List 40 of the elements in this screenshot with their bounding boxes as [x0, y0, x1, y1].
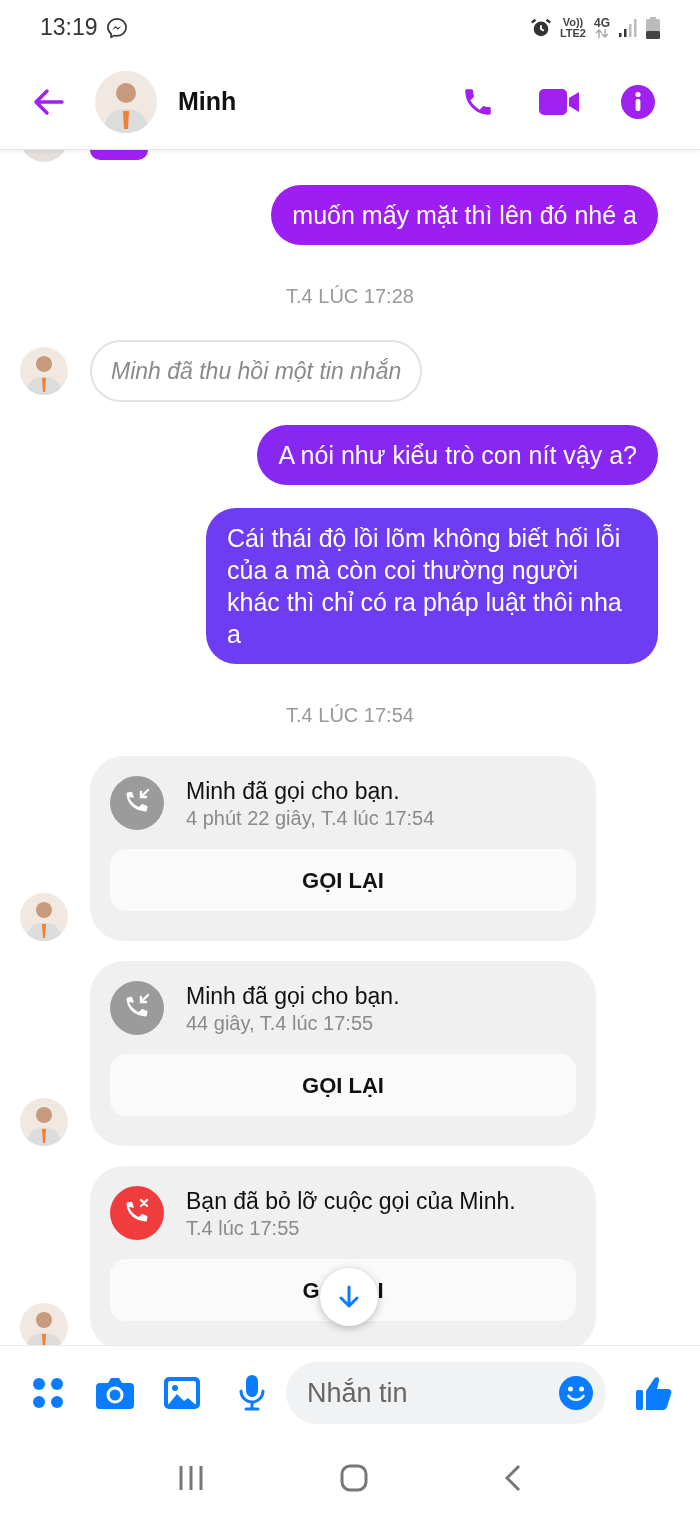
timestamp: T.4 LÚC 17:54	[286, 704, 414, 726]
microphone-icon[interactable]	[238, 1375, 266, 1411]
contact-name[interactable]: Minh	[178, 83, 237, 121]
alarm-icon	[529, 16, 552, 39]
video-camera-icon[interactable]	[539, 88, 579, 116]
network-type-label: 4G	[594, 17, 610, 29]
recalled-message: Minh đã thu hồi một tin nhắn	[90, 340, 423, 402]
thumbs-up-icon[interactable]	[636, 1375, 672, 1411]
back-icon[interactable]	[504, 1464, 522, 1492]
timestamp: T.4 LÚC 17:28	[286, 285, 414, 307]
signal-icon	[618, 17, 638, 38]
call-back-button[interactable]: GỌI LẠI	[110, 1054, 576, 1116]
recent-apps-icon[interactable]	[178, 1465, 204, 1491]
volte-label: Vo))	[562, 16, 584, 28]
messenger-icon	[105, 16, 128, 39]
call-back-button[interactable]: G I	[110, 1259, 576, 1321]
call-back-button[interactable]: GỌI LẠI	[110, 849, 576, 911]
home-icon[interactable]	[340, 1464, 368, 1492]
battery-icon	[646, 16, 660, 39]
info-icon[interactable]	[621, 85, 655, 119]
camera-icon[interactable]	[96, 1377, 134, 1409]
call-title: Bạn đã bỏ lỡ cuộc gọi của Minh.	[186, 1187, 516, 1216]
message-bubble: A nói như kiểu trò con nít vậy a?	[257, 425, 658, 485]
emoji-icon[interactable]	[559, 1376, 593, 1410]
call-detail: 44 giây, T.4 lúc 17:55	[186, 1011, 375, 1035]
call-detail: T.4 lúc 17:55	[186, 1216, 301, 1240]
status-time: 13:19	[40, 13, 98, 43]
call-detail: 4 phút 22 giây, T.4 lúc 17:54	[186, 806, 435, 830]
apps-icon[interactable]	[32, 1377, 64, 1409]
back-arrow-icon	[32, 88, 64, 116]
call-title: Minh đã gọi cho bạn.	[186, 982, 400, 1011]
call-title: Minh đã gọi cho bạn.	[186, 777, 401, 806]
data-arrows-icon	[595, 28, 609, 38]
message-bubble: Cái thái độ lồi lõm không biết hối lỗi của a mà còn coi thường người khác thì chỉ có ra pháp luật thôi nha a	[206, 508, 658, 664]
image-icon[interactable]	[164, 1377, 200, 1409]
down-arrow-icon	[338, 1285, 360, 1309]
message-bubble: muốn mấy mặt thì lên đó nhé a	[271, 185, 658, 245]
message-field[interactable]: Nhắn tin	[286, 1362, 606, 1424]
lte-label: LTE2	[559, 27, 586, 39]
message-input[interactable]: Nhắn tin	[307, 1372, 559, 1414]
